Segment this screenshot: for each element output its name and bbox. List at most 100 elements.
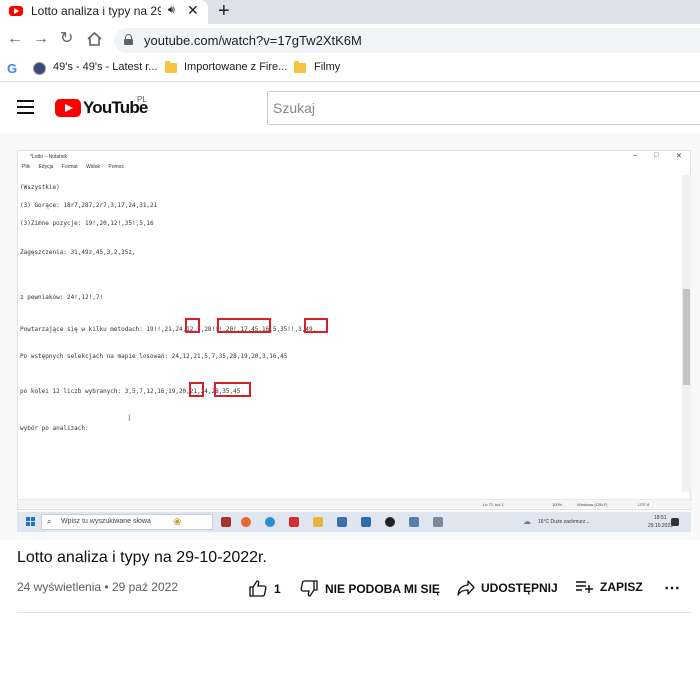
status-line-ending: Windows (CRLF) bbox=[577, 502, 608, 507]
menu-edycja: Edycja bbox=[38, 164, 54, 170]
status-encoding: UTF-8 bbox=[638, 502, 650, 507]
thumbs-down-icon bbox=[300, 580, 318, 597]
app-icon bbox=[289, 517, 299, 527]
notepad-scrollbar bbox=[682, 175, 691, 492]
highlight-box bbox=[214, 382, 251, 397]
text-line: Po wstępnych selekcjach na mapie losowań… bbox=[20, 353, 288, 360]
highlight-box bbox=[304, 318, 328, 333]
dislike-label: NIE PODOBA MI SIĘ bbox=[325, 581, 440, 596]
forward-arrow-icon[interactable]: → bbox=[33, 30, 49, 48]
youtube-masthead: YouTube PL bbox=[0, 83, 700, 133]
youtube-play-icon bbox=[55, 99, 81, 117]
back-arrow-icon[interactable]: ← bbox=[7, 30, 23, 48]
close-window-icon: ✕ bbox=[676, 153, 682, 160]
video-title: Lotto analiza i typy na 29-10-2022r. bbox=[17, 549, 267, 566]
video-meta: 24 wyświetlenia • 29 paź 2022 bbox=[17, 580, 178, 594]
search-box[interactable] bbox=[267, 91, 700, 125]
windows-start-icon bbox=[26, 517, 36, 527]
menu-icon[interactable] bbox=[17, 100, 34, 114]
menu-plik: Plik bbox=[22, 164, 31, 170]
speaker-icon[interactable]: 🔊︎ bbox=[168, 4, 175, 17]
notepad-titlebar: *Lotto – Notatnik – □ ✕ bbox=[18, 151, 692, 163]
status-zoom: 100% bbox=[552, 502, 563, 507]
country-code: PL bbox=[137, 95, 147, 104]
screen: Lotto analiza i typy na 29-10- 🔊︎ ✕ + ← … bbox=[0, 0, 700, 679]
magnifier-icon: ⌕ bbox=[47, 517, 52, 526]
folder-icon bbox=[294, 61, 306, 73]
upload-date: 29 paź 2022 bbox=[111, 580, 178, 594]
taskbar-search-placeholder: Wpisz tu wyszukiwane słowa bbox=[61, 518, 151, 525]
file-explorer-icon bbox=[313, 517, 323, 527]
text-line: z pewniaków: 24!,12!,7! bbox=[20, 294, 104, 301]
globe-favicon-icon bbox=[33, 62, 46, 75]
highlight-box bbox=[185, 318, 200, 333]
url-text[interactable]: youtube.com/watch?v=17gTw2XtK6M bbox=[144, 33, 362, 48]
browser-tab[interactable]: Lotto analiza i typy na 29-10- 🔊︎ ✕ bbox=[0, 0, 208, 24]
reload-icon[interactable]: ↻ bbox=[60, 30, 73, 48]
text-line: Zagęszczenia: 31,49z,45,3,2,35z, bbox=[20, 249, 136, 256]
like-count: 1 bbox=[274, 581, 281, 596]
playlist-add-icon bbox=[576, 581, 593, 593]
app-icon bbox=[337, 517, 347, 527]
grid-app-icon bbox=[433, 517, 443, 527]
tab-title: Lotto analiza i typy na 29-10- bbox=[31, 4, 161, 18]
bookmark-imported[interactable]: Importowane z Fire... bbox=[184, 61, 287, 73]
app-icon bbox=[221, 517, 231, 527]
clock-time: 18:51 bbox=[654, 515, 667, 521]
edge-icon bbox=[265, 517, 275, 527]
weather-text: 16°C Duże zachmurz... bbox=[538, 519, 590, 525]
weather-icon: ☁ bbox=[523, 517, 531, 526]
dislike-button[interactable]: NIE PODOBA MI SIĘ bbox=[300, 580, 440, 597]
bookmark-filmy[interactable]: Filmy bbox=[314, 61, 340, 73]
search-input[interactable] bbox=[268, 92, 700, 124]
maximize-icon: □ bbox=[654, 152, 659, 159]
minimize-icon: – bbox=[633, 152, 637, 159]
folder-icon bbox=[165, 61, 177, 73]
highlight-box bbox=[217, 318, 271, 333]
mail-icon bbox=[361, 517, 371, 527]
tab-strip: Lotto analiza i typy na 29-10- 🔊︎ ✕ + bbox=[0, 0, 700, 24]
share-button[interactable]: UDOSTĘPNIJ bbox=[457, 580, 558, 596]
share-icon bbox=[457, 580, 475, 596]
notepad-statusbar: Ln 72, kol 1 100% Windows (CRLF) UTF-8 bbox=[18, 499, 692, 508]
text-line: Powtarzające się w kilku metodach: 19!!,… bbox=[20, 326, 317, 333]
navigation-bar: ← → ↻ youtube.com/watch?v=17gTw2XtK6M bbox=[0, 24, 700, 56]
highlight-box bbox=[189, 382, 204, 397]
youtube-favicon-icon bbox=[9, 6, 23, 16]
close-tab-icon[interactable]: ✕ bbox=[187, 2, 199, 19]
notepad-window: *Lotto – Notatnik – □ ✕ Plik Edycja Form… bbox=[17, 150, 692, 510]
save-button[interactable]: ZAPISZ bbox=[575, 580, 643, 594]
text-line: (3)Zimne pozycje: 19!,20,12!,35!,5,16 bbox=[20, 220, 154, 227]
menu-format: Format bbox=[61, 164, 78, 170]
share-label: UDOSTĘPNIJ bbox=[481, 581, 558, 595]
notepad-title: *Lotto – Notatnik bbox=[30, 154, 67, 160]
bookmarks-bar: G 49's - 49's - Latest r... Importowane … bbox=[0, 56, 700, 82]
search-highlight-icon: ❀ bbox=[173, 517, 182, 528]
video-player[interactable]: *Lotto – Notatnik – □ ✕ Plik Edycja Form… bbox=[0, 133, 700, 540]
status-position: Ln 72, kol 1 bbox=[483, 502, 504, 507]
google-icon[interactable]: G bbox=[7, 61, 17, 76]
more-actions-icon[interactable]: ⋯ bbox=[664, 578, 680, 598]
address-bar[interactable]: youtube.com/watch?v=17gTw2XtK6M bbox=[114, 28, 700, 53]
menu-pomoc: Pomoc bbox=[108, 164, 124, 170]
new-tab-plus-icon[interactable]: + bbox=[218, 0, 230, 22]
taskbar-search: ⌕ Wpisz tu wyszukiwane słowa ❀ bbox=[41, 514, 213, 530]
save-label: ZAPISZ bbox=[600, 580, 643, 594]
like-button[interactable]: 1 bbox=[249, 580, 281, 597]
menu-widok: Widok bbox=[86, 164, 100, 170]
text-line: wybór po analizach: bbox=[20, 425, 89, 432]
app-icon bbox=[385, 517, 395, 527]
thumbs-up-icon bbox=[249, 580, 267, 597]
bookmark-49s[interactable]: 49's - 49's - Latest r... bbox=[53, 61, 157, 73]
view-count: 24 wyświetlenia bbox=[17, 580, 102, 594]
notepad-menu: Plik Edycja Format Widok Pomoc bbox=[22, 164, 131, 170]
text-line: po kolei 12 liczb wybranych: 3,5,7,12,16… bbox=[20, 388, 241, 395]
divider bbox=[17, 612, 691, 613]
home-icon[interactable] bbox=[87, 32, 102, 46]
clock-date: 29.10.2022 bbox=[648, 523, 674, 529]
app-icon bbox=[409, 517, 419, 527]
firefox-icon bbox=[241, 517, 251, 527]
text-line: (Wszystkie) bbox=[20, 184, 60, 191]
windows-taskbar: ⌕ Wpisz tu wyszukiwane słowa ❀ ☁ 16°C Du… bbox=[17, 512, 691, 532]
lock-icon[interactable] bbox=[124, 34, 133, 45]
